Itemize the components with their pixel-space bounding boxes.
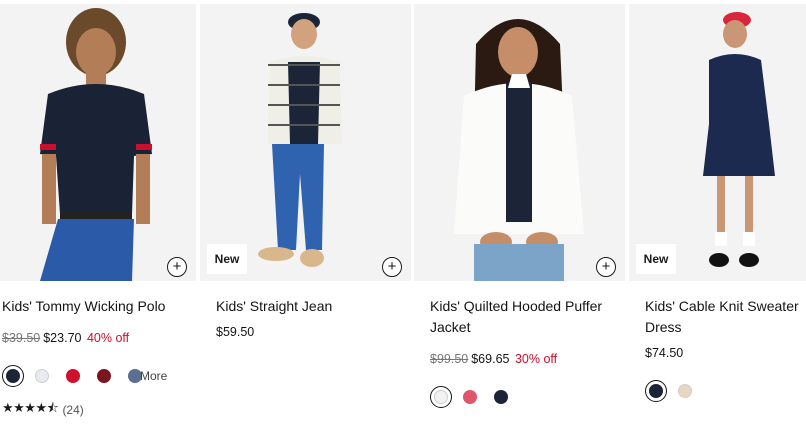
color-swatch[interactable] [66, 369, 80, 383]
sale-price: $69.65 [471, 352, 510, 366]
product-rating[interactable]: ★★★★⯪ (24) [2, 399, 84, 421]
product-image-dress[interactable]: New [629, 4, 806, 281]
product-card-dress[interactable]: New Kids' Cable Knit Sweater Dress $74.5… [629, 0, 806, 436]
sale-price: $23.70 [43, 331, 82, 345]
rating-stars-icon: ★★★★⯪ [2, 400, 59, 415]
product-title[interactable]: Kids' Tommy Wicking Polo [2, 296, 207, 317]
product-card-puffer[interactable]: + Kids' Quilted Hooded Puffer Jacket $99… [414, 0, 625, 436]
color-swatch[interactable] [35, 369, 49, 383]
color-swatch-selected[interactable] [645, 380, 667, 402]
original-price: $39.50 [2, 331, 41, 345]
quick-add-button[interactable]: + [596, 257, 616, 277]
price: $74.50 [645, 346, 684, 360]
product-price: $74.50 [645, 346, 683, 360]
more-colors-link[interactable]: More [128, 369, 167, 383]
color-swatch-selected[interactable] [2, 365, 24, 387]
product-image-puffer[interactable]: + [414, 4, 625, 281]
color-swatch-selected[interactable] [430, 386, 452, 408]
product-title[interactable]: Kids' Straight Jean [216, 296, 421, 317]
product-price: $59.50 [216, 325, 254, 339]
product-card-polo[interactable]: + Kids' Tommy Wicking Polo $39.50 $23.70 … [0, 0, 196, 436]
color-swatches [430, 386, 525, 408]
color-swatches: More [2, 365, 167, 387]
discount-label: 40% off [86, 331, 130, 345]
product-image-jean[interactable]: New + [200, 4, 411, 281]
more-colors-label: More [140, 369, 168, 383]
discount-label: 30% off [514, 352, 558, 366]
color-swatch[interactable] [678, 384, 692, 398]
color-swatch[interactable] [494, 390, 508, 404]
new-badge: New [636, 244, 676, 274]
product-price: $39.50 $23.70 40% off [2, 331, 129, 345]
new-badge: New [207, 244, 247, 274]
product-title[interactable]: Kids' Cable Knit Sweater Dress [645, 296, 805, 338]
price: $59.50 [216, 325, 255, 339]
original-price: $99.50 [430, 352, 469, 366]
review-count: (24) [62, 403, 84, 417]
product-title[interactable]: Kids' Quilted Hooded Puffer Jacket [430, 296, 620, 338]
product-card-jean[interactable]: New + Kids' Straight Jean $59.50 [200, 0, 411, 436]
product-price: $99.50 $69.65 30% off [430, 352, 557, 366]
color-swatches [645, 380, 709, 402]
quick-add-button[interactable]: + [167, 257, 187, 277]
color-swatch[interactable] [463, 390, 477, 404]
product-image-polo[interactable]: + [0, 4, 196, 281]
quick-add-button[interactable]: + [382, 257, 402, 277]
color-swatch[interactable] [97, 369, 111, 383]
